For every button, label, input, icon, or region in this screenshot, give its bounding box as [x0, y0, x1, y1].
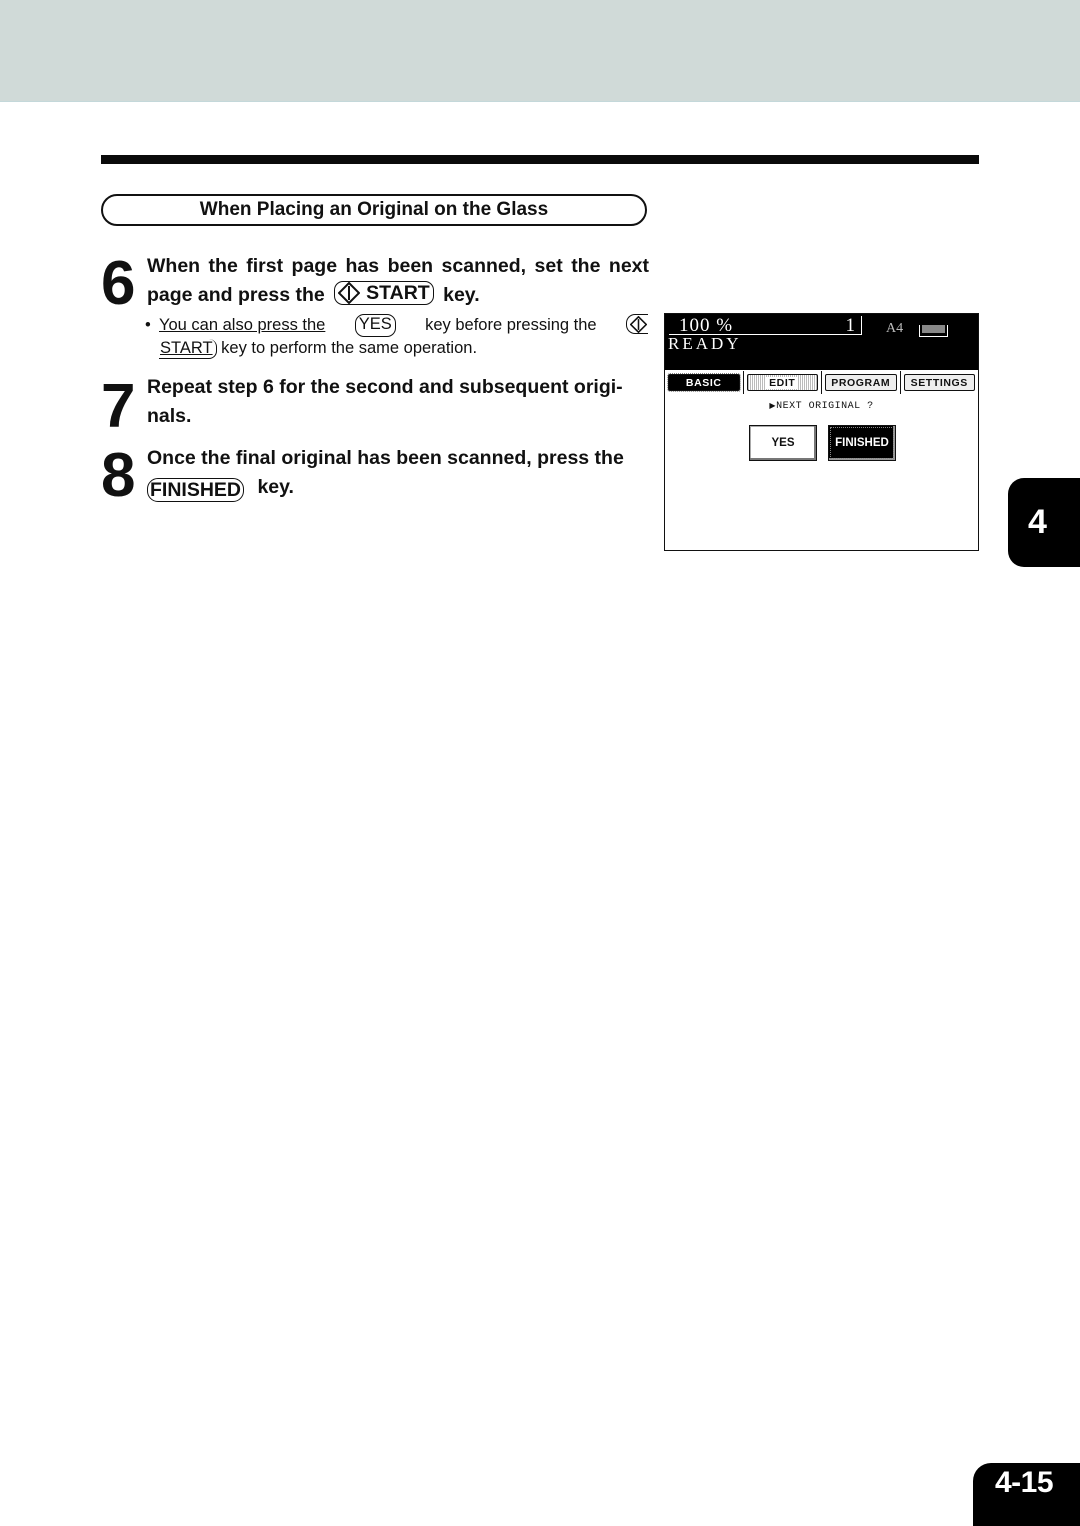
control-panel-screen: 100 % 1 READY A4 BASIC EDIT PROGRAM SETT…	[664, 313, 979, 551]
status-message: READY	[668, 334, 742, 353]
note-text-3: key to perform the same operation.	[221, 339, 478, 357]
chapter-number: 4	[1028, 503, 1047, 541]
chapter-tab: 4	[1008, 478, 1080, 567]
step-number: 7	[101, 372, 136, 441]
copy-count: 1	[845, 315, 856, 336]
prompt-text: NEXT ORIGINAL ?	[776, 401, 874, 412]
section-title: When Placing an Original on the Glass	[199, 199, 549, 220]
tab-label: SETTINGS	[910, 376, 968, 389]
step-text-after: key.	[257, 476, 294, 498]
note-text-2: key before pressing the	[425, 316, 597, 334]
step-instruction: When the first page has been scanned, se…	[147, 252, 649, 310]
finished-key: FINISHED	[147, 478, 245, 502]
step-text-line-2: nals.	[147, 405, 192, 427]
section-rule	[101, 155, 979, 164]
tab-program[interactable]: PROGRAM	[822, 371, 901, 394]
panel-tabs: BASIC EDIT PROGRAM SETTINGS	[665, 371, 978, 394]
page-number: 4-15	[995, 1466, 1054, 1499]
tab-label: BASIC	[685, 376, 722, 389]
step-6: 6 When the first page has been scanned, …	[101, 251, 649, 315]
start-diamond-icon	[625, 314, 648, 334]
step-number: 8	[101, 441, 136, 510]
step-text-after: key.	[443, 284, 480, 306]
finished-button[interactable]: FINISHED	[828, 425, 896, 461]
start-diamond-icon	[338, 282, 361, 304]
reproduction-ratio: 100 %	[679, 315, 734, 336]
step-text-before: Once the final original has been scanned…	[147, 447, 624, 469]
paper-tray-icon	[919, 325, 948, 337]
start-key: START	[334, 281, 434, 305]
step-instruction: Repeat step 6 for the second and subsequ…	[147, 373, 649, 431]
note-line-1: You can also press the YES key before pr…	[159, 314, 648, 337]
section-heading: When Placing an Original on the Glass	[101, 194, 647, 226]
tab-label: PROGRAM	[831, 376, 891, 389]
tab-edit[interactable]: EDIT	[744, 371, 822, 394]
status-area: 100 % 1 READY A4	[665, 314, 978, 370]
note-text-1: You can also press the	[159, 316, 326, 334]
yes-button[interactable]: YES	[749, 425, 817, 461]
step-8: 8 Once the final original has been scann…	[101, 443, 649, 507]
tab-label: EDIT	[766, 376, 799, 389]
start-key-small: START	[159, 339, 217, 359]
paper-size: A4	[886, 321, 904, 336]
note-line-2: START key to perform the same operation.	[159, 337, 477, 360]
ratio-box: 100 % 1	[669, 315, 862, 336]
tab-basic[interactable]: BASIC	[665, 371, 744, 394]
step-7: 7 Repeat step 6 for the second and subse…	[101, 372, 649, 438]
tab-settings[interactable]: SETTINGS	[901, 371, 979, 394]
step-text-line-1: Repeat step 6 for the second and subsequ…	[147, 376, 623, 398]
step-instruction: Once the final original has been scanned…	[147, 444, 649, 502]
start-key-label: START	[366, 282, 430, 304]
page-number-tab: 4-15	[973, 1463, 1080, 1526]
bullet: •	[145, 316, 151, 334]
yes-key: YES	[354, 314, 396, 337]
next-original-prompt: ▶NEXT ORIGINAL ?	[665, 401, 978, 412]
step-number: 6	[101, 249, 136, 318]
header-band	[0, 0, 1080, 102]
